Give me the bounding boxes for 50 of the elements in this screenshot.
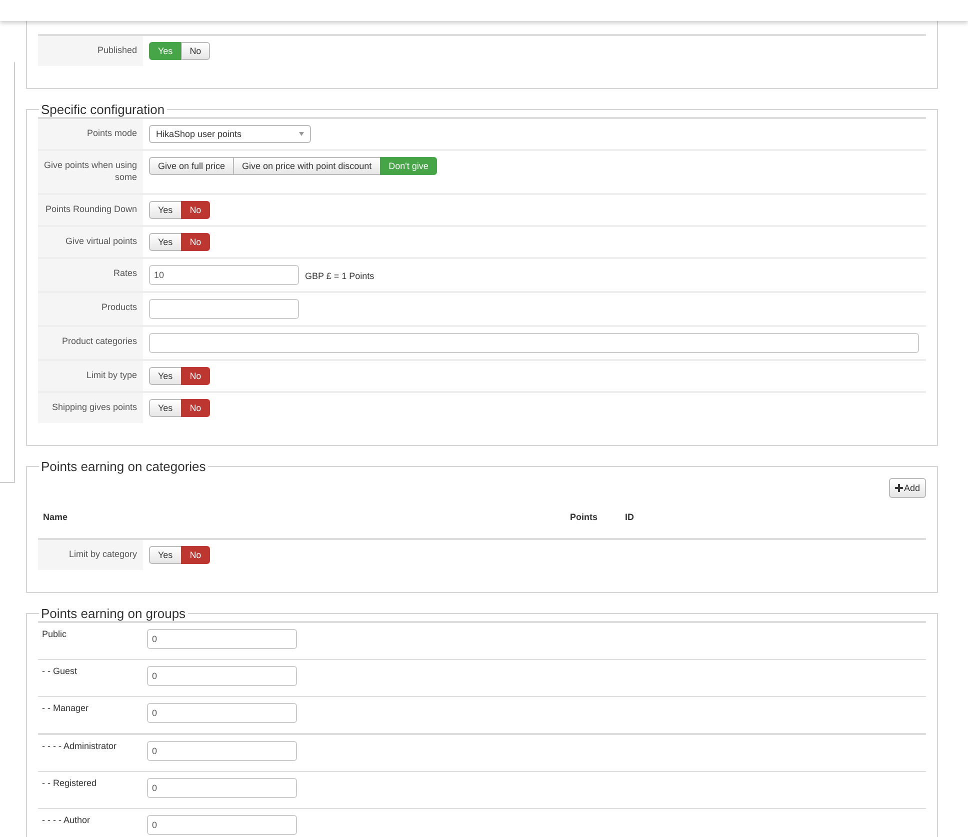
points-field[interactable]: 0	[147, 815, 297, 835]
option-button[interactable]: Yes	[149, 399, 182, 417]
section-legend: Specific configuration	[39, 102, 167, 117]
option-button[interactable]: Give on price with point discount	[233, 157, 381, 175]
caret-icon	[299, 132, 304, 136]
points-field[interactable]: 0	[147, 741, 297, 761]
option-button[interactable]: No	[180, 399, 210, 417]
input-field[interactable]	[149, 333, 919, 353]
option-button[interactable]: Yes	[149, 233, 182, 251]
field-label: Rates	[38, 259, 143, 291]
input-field[interactable]: 10	[149, 265, 299, 285]
field-label: Published	[38, 36, 143, 66]
option-button[interactable]: Yes	[149, 367, 182, 385]
group-name: - - Guest	[41, 665, 78, 676]
points-field[interactable]: 0	[147, 629, 297, 649]
section-legend: Points earning on groups	[39, 606, 188, 621]
column-header: Name	[43, 512, 68, 522]
option-button[interactable]: Give on full price	[149, 157, 234, 175]
input-field[interactable]	[149, 299, 299, 319]
field-label: Limit by category	[38, 540, 143, 570]
option-button[interactable]: No	[180, 367, 210, 385]
option-button[interactable]: Yes	[149, 546, 182, 564]
field-label: Give points when using some	[38, 151, 143, 193]
column-header: ID	[625, 512, 634, 522]
points-field[interactable]: 0	[147, 778, 297, 798]
group-name: - - - - Author	[41, 814, 92, 825]
column-header: Points	[570, 512, 598, 522]
option-button[interactable]: No	[180, 42, 210, 60]
option-button[interactable]: No	[180, 546, 210, 564]
rate-unit: GBP £ = 1 Points	[305, 271, 374, 281]
group-name: - - - - Administrator	[41, 740, 118, 751]
group-name: - - Manager	[41, 702, 90, 713]
points-field[interactable]: 0	[147, 666, 297, 686]
option-button[interactable]: No	[180, 201, 210, 219]
add-button[interactable]: Add	[888, 478, 926, 498]
field-label: Give virtual points	[38, 227, 143, 257]
field-label: Points Rounding Down	[38, 195, 143, 225]
field-label: Products	[38, 293, 143, 325]
field-label: Product categories	[38, 327, 143, 359]
field-label: Limit by type	[38, 361, 143, 391]
group-name: Public	[41, 628, 68, 639]
field-label: Shipping gives points	[38, 393, 143, 423]
points-field[interactable]: 0	[147, 703, 297, 723]
option-button[interactable]: No	[180, 233, 210, 251]
option-button[interactable]: Yes	[149, 201, 182, 219]
points-mode-dropdown[interactable]: HikaShop user points	[149, 125, 311, 143]
section-legend: Points earning on categories	[39, 459, 208, 474]
field-label: Points mode	[38, 119, 143, 149]
plus-icon	[894, 484, 903, 492]
group-name: - - Registered	[41, 777, 98, 788]
